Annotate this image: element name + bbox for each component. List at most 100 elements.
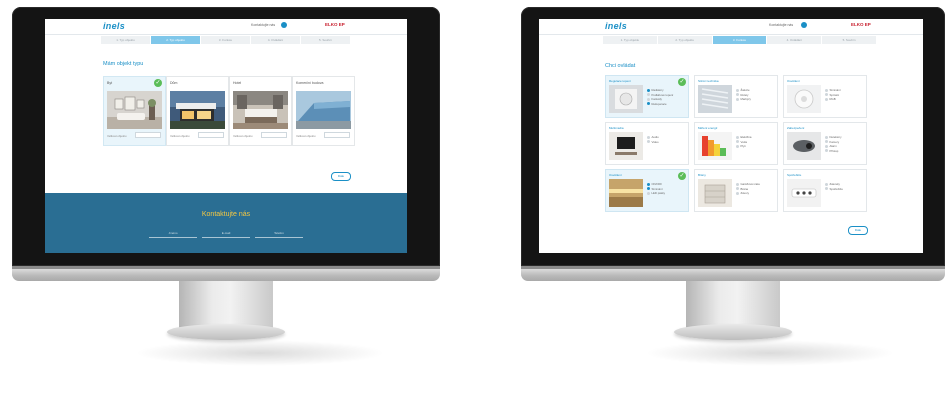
option-item[interactable]: Plyn	[736, 144, 751, 149]
type-card-label: Byt	[107, 81, 113, 85]
photo-energy-meter	[698, 132, 732, 160]
function-card-shading[interactable]: Stínící technika Žaluzie Rolety Markýzy	[694, 75, 778, 118]
function-card-title: Osvětlení	[787, 79, 800, 83]
email-field[interactable]: E-mail	[202, 231, 250, 238]
size-label: Velikost objektu	[107, 134, 127, 138]
header-link[interactable]: Kontaktujte nás	[251, 23, 275, 27]
function-options: Žaluzie Rolety Markýzy	[736, 88, 751, 102]
function-card-gates[interactable]: Brány Garážová vrata Brána Závory	[694, 169, 778, 212]
page-title: Chci ovládat	[605, 63, 636, 69]
function-card-energy[interactable]: Měření energií Elektřina Voda Plyn	[694, 122, 778, 165]
footer-title: Kontaktujte nás	[201, 211, 251, 218]
photo-blinds	[698, 85, 732, 113]
step-2[interactable]: 2. Typ objektu	[151, 36, 200, 44]
globe-icon[interactable]	[801, 22, 807, 28]
option-item[interactable]: Video	[647, 140, 659, 145]
function-card-title: Brány	[698, 173, 706, 177]
option-item[interactable]: LED pásky	[647, 191, 665, 196]
logo[interactable]: inels	[103, 21, 125, 31]
photo-radiator-valve	[609, 85, 643, 113]
function-options: Zásuvky Spotřebiče	[825, 182, 843, 191]
function-card-title: Měření energií	[698, 126, 718, 130]
photo-led-lighting	[609, 179, 643, 207]
function-card-title: Osvětlení	[609, 173, 622, 177]
function-options: Audio Video	[647, 135, 659, 144]
photo-office-building	[296, 91, 351, 129]
type-card-label: Komerční budova	[296, 81, 324, 85]
photo-living-room	[107, 91, 162, 129]
photo-garage-door	[698, 179, 732, 207]
left-monitor-chin	[12, 269, 440, 281]
function-card-heating[interactable]: Regulace topení ✓ Radiátory Podlahové to…	[605, 75, 689, 118]
type-card-hotel[interactable]: Hotel Velikost objektu	[229, 76, 292, 146]
steps-bar: 1. Typ objektu 2. Typ objektu 3. Funkce …	[101, 36, 351, 44]
header-link[interactable]: Kontaktujte nás	[769, 23, 793, 27]
step-4[interactable]: 4. Ovládání	[767, 36, 822, 44]
size-select[interactable]	[261, 132, 287, 138]
name-field[interactable]: Jméno	[149, 231, 197, 238]
size-select[interactable]	[324, 132, 350, 138]
logo[interactable]: inels	[605, 21, 627, 31]
step-4[interactable]: 4. Ovládání	[251, 36, 300, 44]
step-1[interactable]: 1. Typ objektu	[101, 36, 150, 44]
function-card-lighting[interactable]: Osvětlení Stmívání Spínání RGB	[783, 75, 867, 118]
function-options: Stmívání Spínání RGB	[825, 88, 841, 102]
footer: Kontaktujte nás Jméno E-mail Telefon	[45, 193, 407, 253]
function-card-appliances[interactable]: Spotřebiče Zásuvky Spotřebiče	[783, 169, 867, 212]
option-item[interactable]: Spotřebiče	[825, 187, 843, 192]
function-card-lighting-2[interactable]: Osvětlení ✓ ON/OFF Stmívání LED pásky	[605, 169, 689, 212]
brand-logo[interactable]: ELKO EP	[851, 22, 871, 27]
function-options: ON/OFF Stmívání LED pásky	[647, 182, 665, 196]
photo-camera	[787, 132, 821, 160]
type-card-label: Dům	[170, 81, 178, 85]
step-5[interactable]: 5. Souhrn	[822, 36, 876, 44]
option-item[interactable]: Závory	[736, 191, 760, 196]
function-card-security[interactable]: Zabezpečení Detektory Kamery Alarm Příst…	[783, 122, 867, 165]
size-label: Velikost objektu	[233, 134, 253, 138]
next-button[interactable]: Dále	[848, 226, 868, 235]
steps-bar: 1. Typ objektu 2. Typ objektu 3. Funkce …	[603, 36, 877, 44]
photo-ceiling-sensor	[787, 85, 821, 113]
step-5[interactable]: 5. Souhrn	[301, 36, 350, 44]
function-card-title: Spotřebiče	[787, 173, 802, 177]
type-card-byt[interactable]: Byt ✓ Velikost objektu	[103, 76, 166, 146]
site-header: inels Kontaktujte nás ELKO EP	[539, 19, 923, 35]
type-card-dum[interactable]: Dům Velikost objektu	[166, 76, 229, 146]
photo-house	[170, 91, 225, 129]
page-title: Mám objekt typu	[103, 61, 144, 67]
photo-power-strip	[787, 179, 821, 207]
option-item[interactable]: Rekuperace	[647, 102, 673, 107]
step-3[interactable]: 3. Funkce	[712, 36, 767, 44]
left-monitor: inels Kontaktujte nás ELKO EP 1. Typ obj…	[12, 7, 440, 357]
check-icon: ✓	[678, 172, 686, 180]
step-3[interactable]: 3. Funkce	[201, 36, 250, 44]
brand-logo[interactable]: ELKO EP	[325, 22, 345, 27]
function-card-title: Zabezpečení	[787, 126, 805, 130]
function-card-title: Stínící technika	[698, 79, 719, 83]
phone-field[interactable]: Telefon	[255, 231, 303, 238]
size-select[interactable]	[135, 132, 161, 138]
left-screen: inels Kontaktujte nás ELKO EP 1. Typ obj…	[45, 19, 407, 253]
option-item[interactable]: Markýzy	[736, 97, 751, 102]
type-card-label: Hotel	[233, 81, 242, 85]
size-select[interactable]	[198, 132, 224, 138]
right-monitor-foot	[674, 324, 792, 340]
type-card-commercial[interactable]: Komerční budova Velikost objektu	[292, 76, 355, 146]
function-options: Detektory Kamery Alarm Přístup	[825, 135, 841, 153]
right-screen: inels Kontaktujte nás ELKO EP 1. Typ obj…	[539, 19, 923, 253]
option-item[interactable]: RGB	[825, 97, 841, 102]
size-label: Velikost objektu	[170, 134, 190, 138]
step-2[interactable]: 2. Typ objektu	[657, 36, 712, 44]
check-icon: ✓	[154, 79, 162, 87]
function-options: Elektřina Voda Plyn	[736, 135, 751, 149]
check-icon: ✓	[678, 78, 686, 86]
size-label: Velikost objektu	[296, 134, 316, 138]
next-button[interactable]: Dále	[331, 172, 351, 181]
step-1[interactable]: 1. Typ objektu	[603, 36, 657, 44]
right-monitor: inels Kontaktujte nás ELKO EP 1. Typ obj…	[521, 7, 945, 357]
option-item[interactable]: Přístup	[825, 149, 841, 154]
photo-hotel-room	[233, 91, 288, 129]
globe-icon[interactable]	[281, 22, 287, 28]
photo-tv	[609, 132, 643, 160]
function-card-multimedia[interactable]: Multimédia Audio Video	[605, 122, 689, 165]
